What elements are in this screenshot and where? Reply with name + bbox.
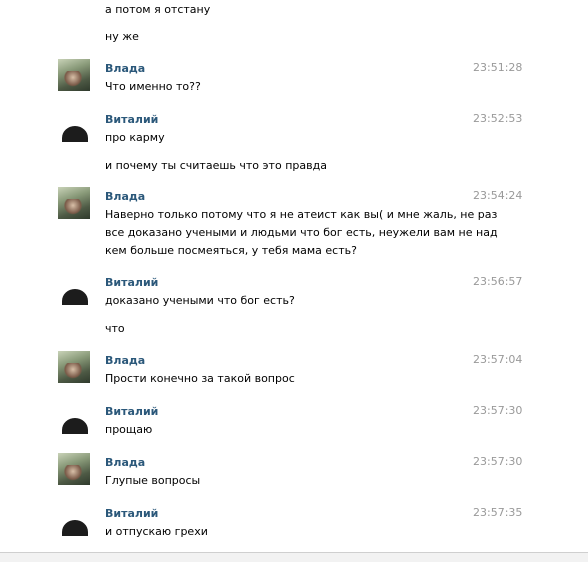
- author-name[interactable]: Виталий: [105, 111, 158, 128]
- author-name[interactable]: Виталий: [105, 505, 158, 522]
- message-time: 23:54:24: [473, 189, 523, 202]
- author-name[interactable]: Влада: [105, 454, 145, 471]
- message-text: Глупые вопросы: [105, 474, 201, 487]
- message-text: доказано учеными что бог есть?: [105, 294, 295, 307]
- author-name[interactable]: Влада: [105, 60, 145, 77]
- message-time: 23:57:30: [473, 455, 523, 468]
- author-name[interactable]: Виталий: [105, 274, 158, 291]
- message-text: Наверно только потому что я не атеист ка…: [105, 208, 498, 221]
- message-text: и почему ты считаешь что это правда: [105, 159, 327, 172]
- avatar-vitaly[interactable]: [58, 110, 90, 142]
- avatar-vlada[interactable]: [58, 351, 90, 383]
- avatar-vlada[interactable]: [58, 187, 90, 219]
- message-text: Прости конечно за такой вопрос: [105, 372, 295, 385]
- message-text: Что именно то??: [105, 80, 201, 93]
- avatar-vlada[interactable]: [58, 59, 90, 91]
- avatar-vitaly[interactable]: [58, 402, 90, 434]
- author-name[interactable]: Влада: [105, 352, 145, 369]
- message-text: а потом я отстану: [105, 3, 211, 16]
- avatar-vitaly[interactable]: [58, 504, 90, 536]
- message-time: 23:57:35: [473, 506, 523, 519]
- message-time: 23:56:57: [473, 275, 523, 288]
- message-time: 23:52:53: [473, 112, 523, 125]
- message-text: про карму: [105, 131, 165, 144]
- author-name[interactable]: Влада: [105, 188, 145, 205]
- avatar-vitaly[interactable]: [58, 273, 90, 305]
- message-time: 23:51:28: [473, 61, 523, 74]
- message-text: и отпускаю грехи: [105, 525, 208, 538]
- message-text: все доказано учеными и людьми что бог ес…: [105, 226, 498, 239]
- message-text: кем больше посмеяться, у тебя мама есть?: [105, 244, 357, 257]
- message-time: 23:57:30: [473, 404, 523, 417]
- author-name[interactable]: Виталий: [105, 403, 158, 420]
- message-text: прощаю: [105, 423, 153, 436]
- message-text: что: [105, 322, 125, 335]
- chat-history: а потом я отстану ну же Влада 23:51:28 Ч…: [0, 0, 588, 552]
- message-text: ну же: [105, 30, 139, 43]
- avatar-vlada[interactable]: [58, 453, 90, 485]
- message-time: 23:57:04: [473, 353, 523, 366]
